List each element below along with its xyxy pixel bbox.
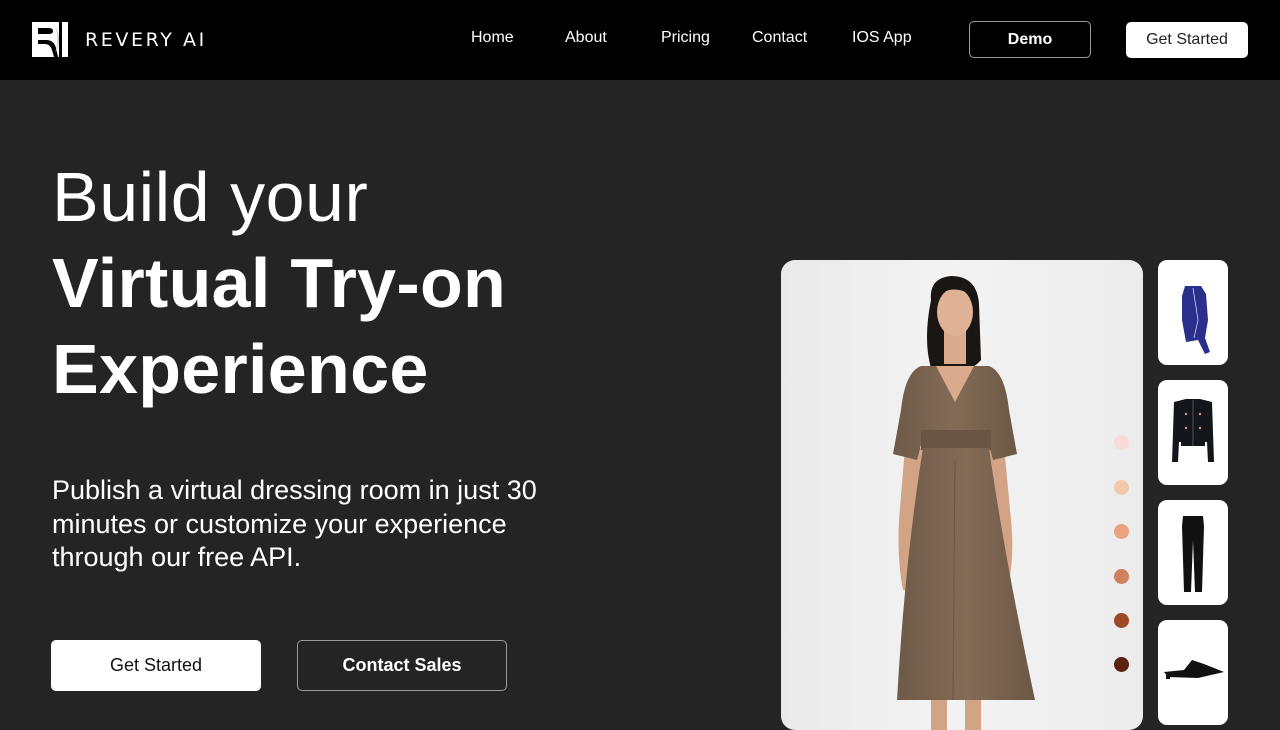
skin-tone-swatch-4[interactable]: [1114, 569, 1129, 584]
headline-line-3: Experience: [52, 330, 429, 408]
skin-tone-swatch-6[interactable]: [1114, 657, 1129, 672]
garment-thumb-black-jacket[interactable]: [1158, 380, 1228, 485]
headline-line-2: Virtual Try-on: [52, 244, 507, 322]
skin-tone-swatch-3[interactable]: [1114, 524, 1129, 539]
demo-button[interactable]: Demo: [969, 21, 1091, 58]
revery-logo-icon: [32, 22, 68, 57]
hero-headline: Build your Virtual Try-on Experience: [52, 154, 506, 412]
black-jacket-icon: [1172, 399, 1214, 462]
garment-thumb-black-trousers[interactable]: [1158, 500, 1228, 605]
blue-dress-icon: [1182, 286, 1210, 354]
top-navbar: REVERY AI Home About Pricing Contact IOS…: [0, 0, 1280, 80]
model-image: [893, 276, 1035, 730]
header-get-started-button[interactable]: Get Started: [1126, 22, 1248, 58]
nav-about[interactable]: About: [565, 29, 607, 47]
garment-thumb-blue-dress[interactable]: [1158, 260, 1228, 365]
nav-home[interactable]: Home: [471, 29, 514, 47]
garment-thumb-black-mule[interactable]: [1158, 620, 1228, 725]
skin-tone-swatch-2[interactable]: [1114, 480, 1129, 495]
nav-contact[interactable]: Contact: [752, 29, 807, 47]
skin-tone-swatch-1[interactable]: [1114, 435, 1129, 450]
headline-line-1: Build your: [52, 158, 369, 236]
brand-logo[interactable]: REVERY AI: [32, 22, 204, 57]
hero-get-started-button[interactable]: Get Started: [51, 640, 261, 691]
black-mule-icon: [1164, 660, 1224, 679]
nav-ios-app[interactable]: IOS App: [852, 29, 912, 47]
skin-tone-swatch-5[interactable]: [1114, 613, 1129, 628]
brand-name: REVERY AI: [85, 29, 207, 51]
contact-sales-button[interactable]: Contact Sales: [297, 640, 507, 691]
black-trousers-icon: [1182, 516, 1204, 592]
nav-pricing[interactable]: Pricing: [661, 29, 710, 47]
hero-subtext: Publish a virtual dressing room in just …: [52, 475, 537, 572]
try-on-preview: [781, 260, 1143, 730]
